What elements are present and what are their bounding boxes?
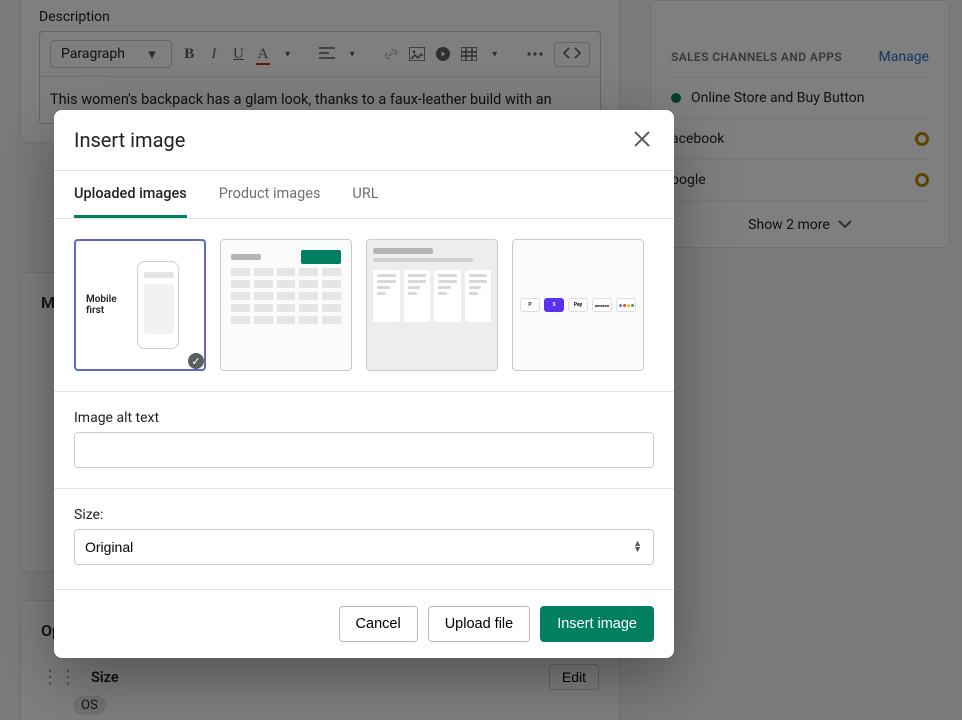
upload-file-button[interactable]: Upload file	[428, 606, 531, 642]
page-root: Description Paragraph ▾ B I U A ▾ ▾	[0, 0, 962, 720]
cancel-button[interactable]: Cancel	[339, 606, 418, 642]
alt-text-input[interactable]	[74, 432, 654, 468]
googlepay-logo-icon	[616, 298, 636, 312]
modal-header: Insert image	[54, 110, 674, 170]
selected-check-icon: ✓	[186, 351, 206, 371]
modal-tabs: Uploaded images Product images URL	[54, 170, 674, 219]
modal-footer: Cancel Upload file Insert image	[54, 589, 674, 658]
alt-text-label: Image alt text	[74, 410, 654, 426]
close-button[interactable]	[632, 129, 654, 151]
thumb-caption: Mobile first	[86, 294, 117, 316]
size-select[interactable]: Original	[74, 529, 654, 565]
uploaded-image-thumbnail[interactable]	[220, 239, 352, 371]
shoppay-logo-icon: S	[544, 298, 564, 312]
tab-url[interactable]: URL	[352, 171, 378, 218]
uploaded-image-thumbnail[interactable]: Mobile first ✓	[74, 239, 206, 371]
insert-image-modal: Insert image Uploaded images Product ima…	[54, 110, 674, 658]
alt-text-section: Image alt text	[54, 392, 674, 489]
tab-uploaded-images[interactable]: Uploaded images	[74, 171, 187, 218]
tab-product-images[interactable]: Product images	[219, 171, 321, 218]
insert-image-button[interactable]: Insert image	[540, 606, 654, 642]
size-label: Size:	[74, 507, 654, 523]
size-section: Size: Original ▲▼	[54, 489, 674, 589]
image-gallery: Mobile first ✓	[54, 219, 674, 392]
applepay-logo-icon: Pay	[568, 298, 588, 312]
uploaded-image-thumbnail[interactable]: P S Pay amazon	[512, 239, 644, 371]
amazonpay-logo-icon: amazon	[592, 298, 612, 312]
modal-title: Insert image	[74, 128, 185, 152]
uploaded-image-thumbnail[interactable]	[366, 239, 498, 371]
paypal-logo-icon: P	[520, 298, 540, 312]
